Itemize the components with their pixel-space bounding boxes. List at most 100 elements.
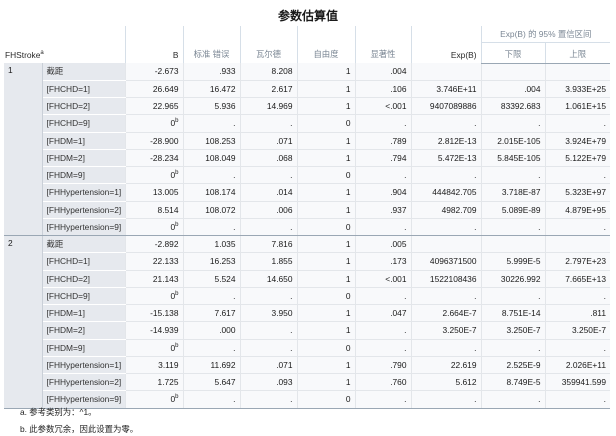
cell-df: 1 <box>296 97 355 116</box>
cell-exp: . <box>410 390 481 409</box>
parameter-label: [FHHypertension=1] <box>42 356 125 375</box>
cell-exp: 4982.709 <box>410 201 481 219</box>
cell-value: 22.965 <box>152 101 179 112</box>
cell-df: 1 <box>296 304 355 323</box>
cell-value: . <box>233 170 236 181</box>
cell-sig: <.001 <box>354 97 411 116</box>
cell-value: 1 <box>345 308 351 319</box>
cell-value: 5.845E-105 <box>497 152 541 163</box>
cell-value: 3.250E-7 <box>506 325 541 336</box>
cell-hi <box>544 235 610 254</box>
cell-lo: 8.749E-5 <box>480 373 545 392</box>
cell-sig: .790 <box>354 356 411 375</box>
cell-hi: 3.250E-7 <box>544 321 610 340</box>
cell-value: 2.525E-9 <box>506 359 541 370</box>
cell-value: . <box>404 290 407 301</box>
cell-value: 5.323E+97 <box>565 187 606 198</box>
cell-sig: .173 <box>354 252 411 271</box>
cell-hi: 7.665E+13 <box>544 270 610 288</box>
cell-se: 108.049 <box>182 149 240 168</box>
cell-df: 0 <box>296 287 355 306</box>
cell-value: .071 <box>276 359 293 370</box>
header-df: 自由度 <box>296 26 355 63</box>
cell-wald: .071 <box>239 356 297 375</box>
cell-value: . <box>233 342 236 353</box>
cell-exp: . <box>410 114 481 133</box>
parameter-label: [FHCHD=1] <box>42 80 125 99</box>
table-row: [FHDM=9] 0b.. 0.... <box>4 339 610 357</box>
table-row: [FHDM=1] -15.138 7.617 3.950 1 .047 2.664E-7 8.… <box>4 304 610 323</box>
cell-value: 4.879E+95 <box>565 204 606 215</box>
cell-value: . <box>474 342 477 353</box>
cell-wald: .093 <box>239 373 297 392</box>
cell-value: . <box>538 170 541 181</box>
table-row: [FHDM=2] -14.939 .000. 1. 3.250E-7 3.250E-7 3.… <box>4 321 610 340</box>
cell-value: .004 <box>524 83 541 94</box>
table-row: [FHCHD=1] 26.649 16.472 2.617 1 .106 3.746E+11… <box>4 80 610 99</box>
cell-value: . <box>603 221 606 232</box>
header-ci-lower: 下限 <box>480 42 545 64</box>
cell-lo: 5.089E-89 <box>480 201 545 219</box>
redundant-footnote-marker: b <box>175 291 179 298</box>
header-exp-b: Exp(B) <box>410 26 481 63</box>
cell-exp: . <box>410 218 481 237</box>
row-label-footnote-marker: a <box>40 50 44 57</box>
cell-hi <box>544 63 610 81</box>
cell-value: . <box>603 170 606 181</box>
cell-lo: . <box>480 114 545 133</box>
cell-exp: 4096371500 <box>410 252 481 271</box>
cell-value: 7.665E+13 <box>565 273 606 284</box>
table-row: [FHHypertension=1] 3.119 11.692 .071 1 .790 22… <box>4 356 610 375</box>
cell-wald: .014 <box>239 183 297 202</box>
cell-value: 0 <box>345 170 351 181</box>
cell-lo: 83392.683 <box>480 97 545 116</box>
parameter-label: 截距 <box>42 235 125 254</box>
cell-value: -14.939 <box>150 325 179 336</box>
cell-exp: . <box>410 339 481 357</box>
cell-value: 5.936 <box>214 101 236 112</box>
cell-value: 0 <box>345 221 351 232</box>
header-ci-upper: 上限 <box>544 42 610 64</box>
cell-lo: . <box>480 339 545 357</box>
cell-value: . <box>538 342 541 353</box>
cell-value: 3.933E+25 <box>565 83 606 94</box>
cell-value: -15.138 <box>150 308 179 319</box>
cell-value: 2.026E+11 <box>565 359 606 370</box>
cell-value: . <box>233 290 236 301</box>
cell-df: 1 <box>296 149 355 168</box>
cell-value: .068 <box>276 152 293 163</box>
parameter-label: [FHDM=1] <box>42 304 125 323</box>
cell-sig: .794 <box>354 149 411 168</box>
cell-hi: . <box>544 339 610 357</box>
cell-exp: 2.664E-7 <box>410 304 481 323</box>
cell-lo: . <box>480 218 545 237</box>
parameter-label: 截距 <box>42 63 125 81</box>
cell-wald: 7.816 <box>239 235 297 254</box>
cell-df: 1 <box>296 270 355 288</box>
cell-value: . <box>474 170 477 181</box>
cell-wald: 14.969 <box>239 97 297 116</box>
cell-wald: .071 <box>239 132 297 150</box>
cell-value: 1 <box>345 377 351 388</box>
cell-sig: . <box>354 321 411 340</box>
table-row: [FHCHD=9] 0b.. 0.... <box>4 114 610 133</box>
cell-b: 0b <box>124 218 183 237</box>
cell-sig: .937 <box>354 201 411 219</box>
cell-wald: . <box>239 114 297 133</box>
cell-value: .937 <box>390 204 407 215</box>
cell-value: 14.969 <box>266 101 293 112</box>
cell-sig: .005 <box>354 235 411 254</box>
cell-value: 1 <box>345 66 351 77</box>
cell-value: . <box>233 221 236 232</box>
cell-value: .904 <box>390 187 407 198</box>
cell-value: 5.647 <box>214 377 236 388</box>
cell-df: 1 <box>296 132 355 150</box>
cell-value: .006 <box>276 204 293 215</box>
cell-b: 8.514 <box>124 201 183 219</box>
cell-value: 8.208 <box>271 66 293 77</box>
cell-wald: . <box>239 321 297 340</box>
cell-lo: .004 <box>480 80 545 99</box>
cell-df: 1 <box>296 373 355 392</box>
cell-hi: . <box>544 218 610 237</box>
cell-value: 1.061E+15 <box>565 101 606 112</box>
